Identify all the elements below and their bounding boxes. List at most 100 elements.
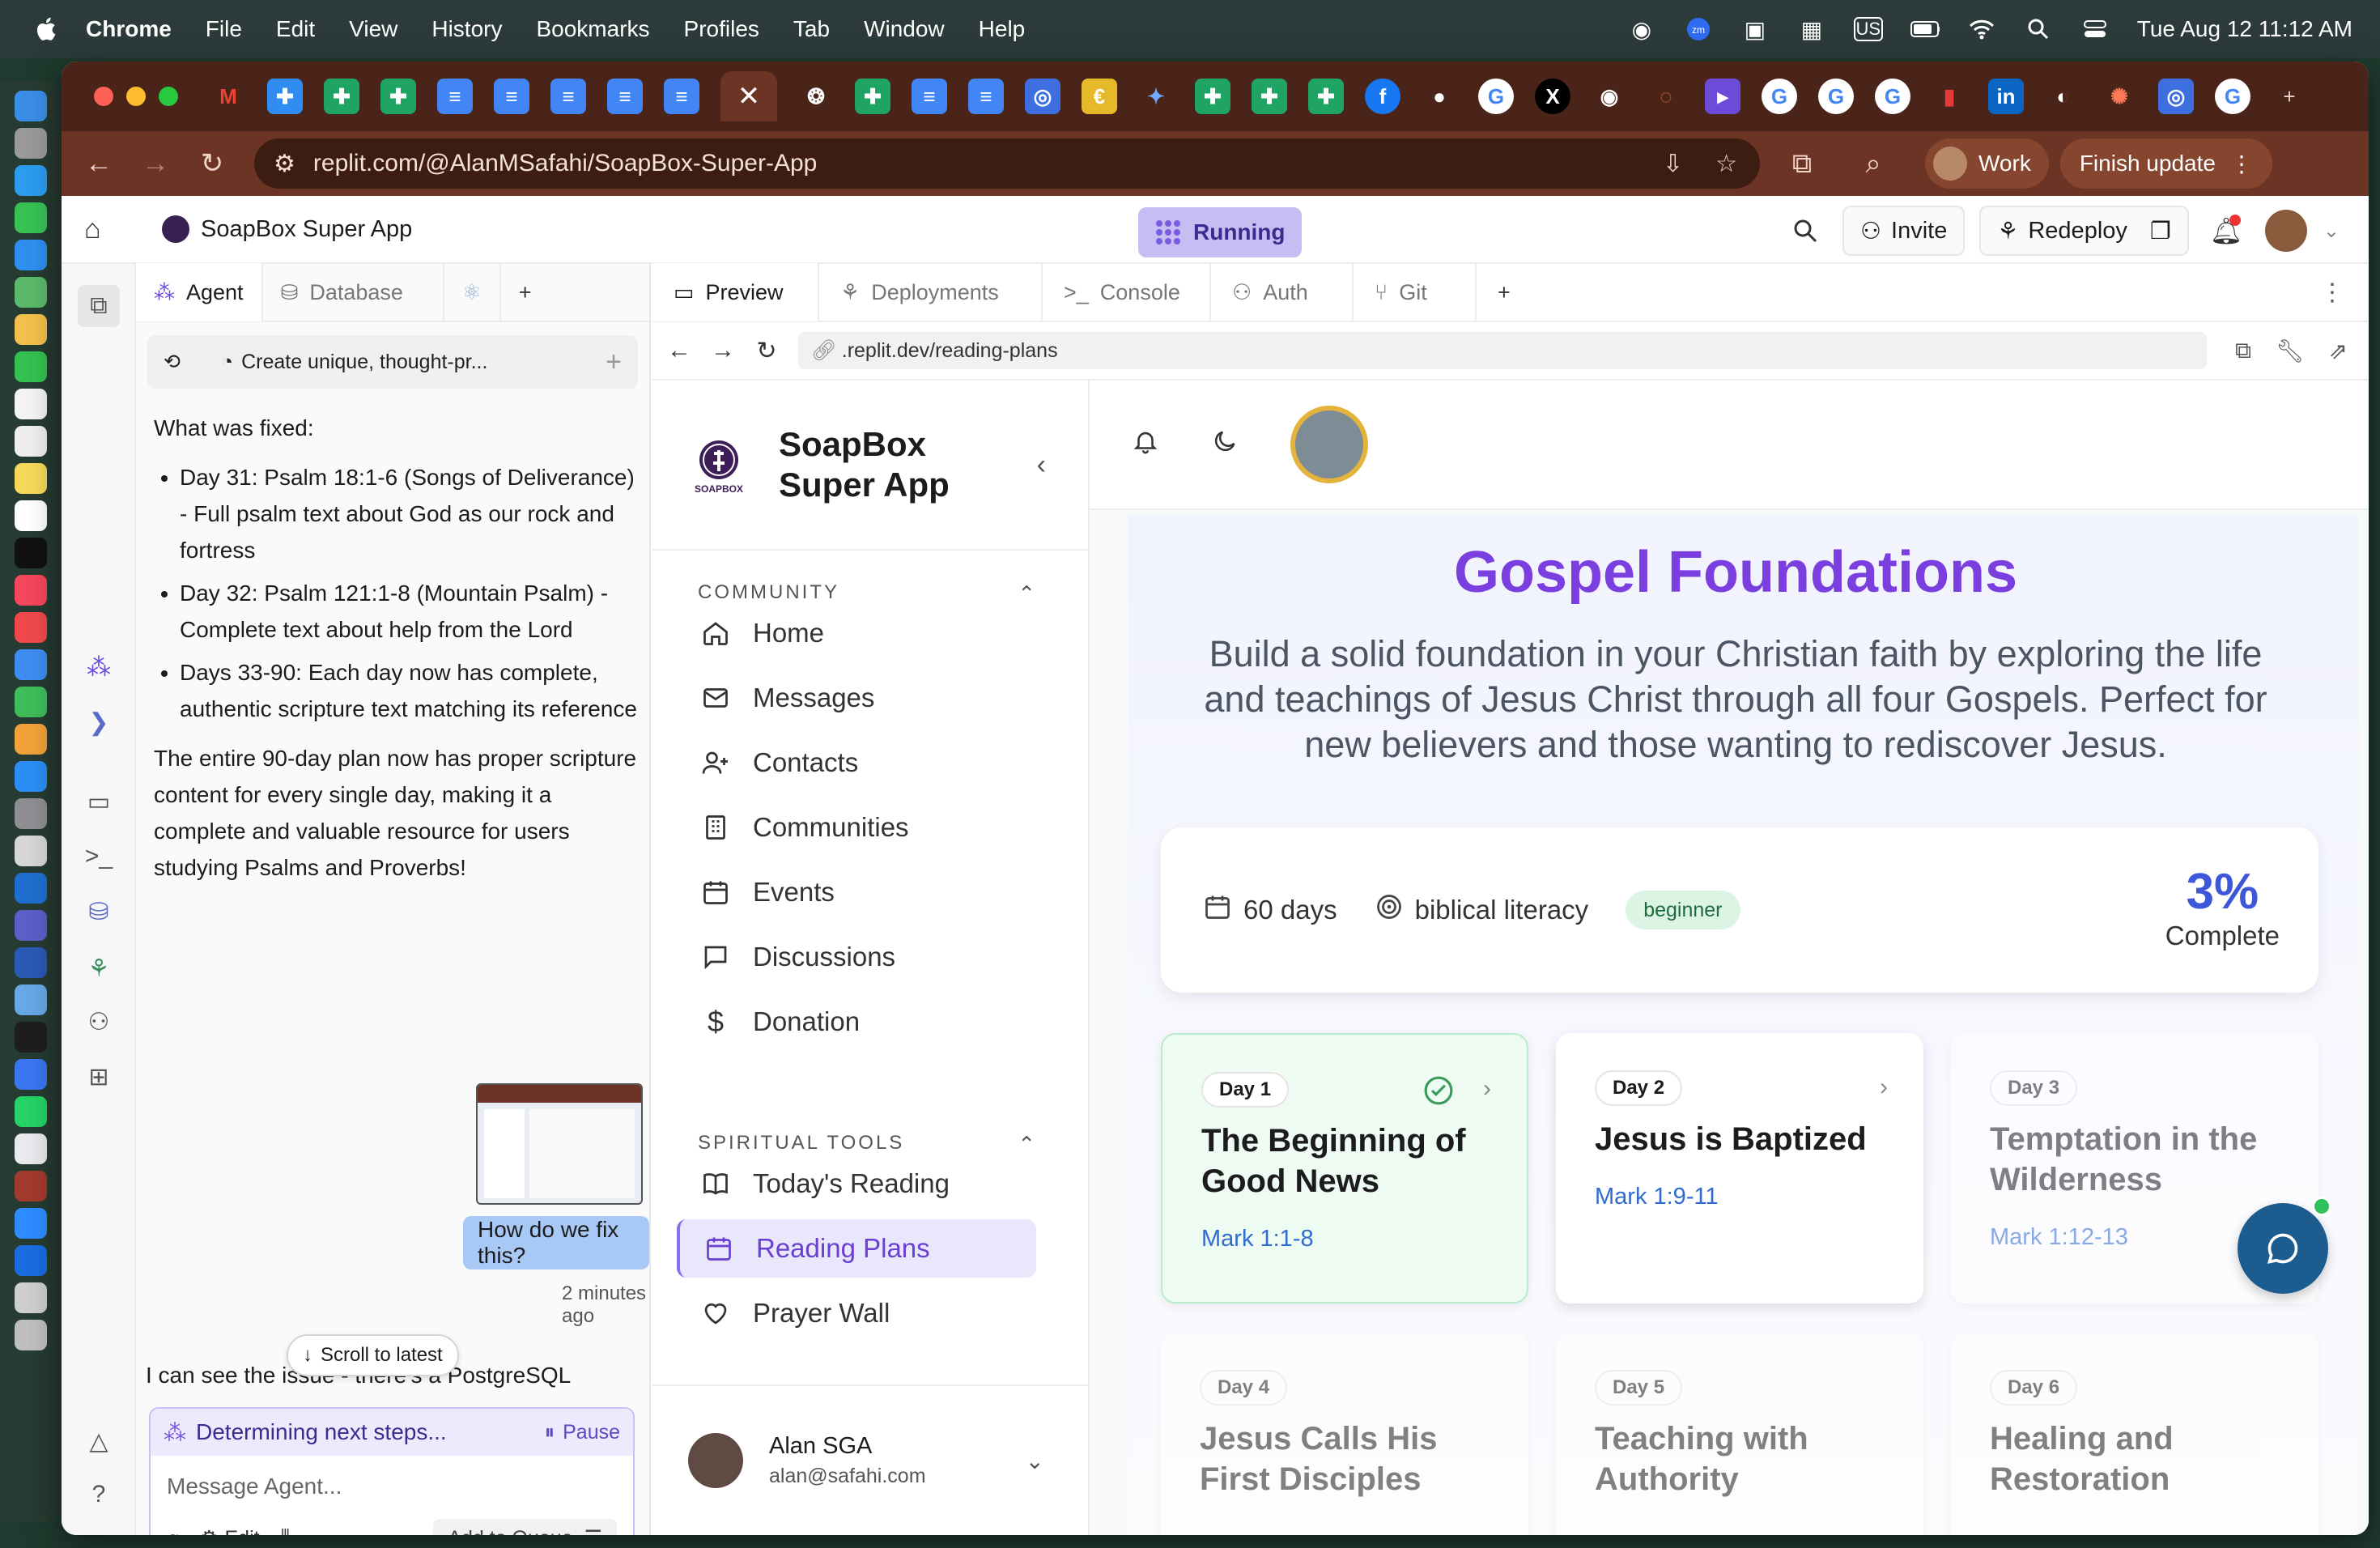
address-bar-url[interactable]: replit.com/@AlanMSafahi/SoapBox-Super-Ap… — [313, 150, 817, 177]
notifications-bell-icon[interactable]: 🔔︎ — [2204, 208, 2249, 253]
sheets-tab-icon-4[interactable]: ✚ — [1195, 79, 1230, 114]
music-app-icon[interactable] — [15, 575, 47, 606]
menu-history[interactable]: History — [431, 16, 502, 42]
teams-icon[interactable]: ▦ — [1797, 17, 1826, 42]
nav-messages[interactable]: Messages — [698, 669, 1054, 727]
tab-icon-2[interactable]: ✚ — [267, 79, 303, 114]
apple-icon[interactable] — [32, 15, 62, 44]
sheets-tab-icon-2[interactable]: ✚ — [380, 79, 416, 114]
preview-app-icon[interactable] — [15, 985, 47, 1015]
settings-app-icon[interactable] — [15, 798, 47, 829]
freeform-app-icon[interactable] — [15, 500, 47, 531]
collapse-sidebar-icon[interactable]: ‹ — [1037, 449, 1046, 481]
day-card-5[interactable]: Day 5 Teaching with Authority — [1556, 1333, 1923, 1535]
maps-app-icon[interactable] — [15, 277, 47, 308]
docs-tab-icon-3[interactable]: ≡ — [550, 79, 586, 114]
scroll-to-latest-button[interactable]: ↓ Scroll to latest — [287, 1334, 459, 1376]
safari-app-icon[interactable] — [15, 165, 47, 196]
history-icon[interactable]: ⟲ — [164, 350, 181, 374]
control-center-icon[interactable] — [2080, 17, 2110, 41]
menu-app-name[interactable]: Chrome — [86, 16, 172, 42]
sheets-tab-icon[interactable]: ✚ — [324, 79, 359, 114]
numbers-app-icon[interactable] — [15, 687, 47, 717]
menu-clock[interactable]: Tue Aug 12 11:12 AM — [2137, 16, 2352, 42]
preview-back-icon[interactable]: ← — [657, 337, 701, 364]
launchpad-app-icon[interactable] — [15, 128, 47, 159]
files-icon[interactable]: ⧉ — [78, 285, 120, 327]
add-tab-button[interactable]: + — [501, 263, 550, 321]
outlook-icon[interactable]: ▣ — [1740, 17, 1770, 42]
reload-icon[interactable]: ↻ — [193, 144, 232, 183]
gmail-tab-icon[interactable]: M — [210, 79, 246, 114]
nav-discussions[interactable]: Discussions — [698, 928, 1054, 986]
nav-reading-plans[interactable]: Reading Plans — [677, 1219, 1036, 1278]
invite-button[interactable]: ⚇ Invite — [1842, 206, 1966, 256]
message-input[interactable]: Message Agent... — [151, 1456, 633, 1519]
dictionary-app-icon[interactable] — [15, 1171, 47, 1201]
nav-donation[interactable]: $ Donation — [698, 993, 1054, 1051]
messages-app-icon[interactable] — [15, 202, 47, 233]
teams-app-icon[interactable] — [15, 910, 47, 941]
search-icon[interactable] — [1783, 208, 1828, 253]
whatsapp-app-icon[interactable] — [15, 1096, 47, 1127]
sheets-tab-icon-3[interactable]: ✚ — [855, 79, 890, 114]
google-tab-icon-3[interactable]: G — [1818, 79, 1854, 114]
nav-communities[interactable]: Communities — [698, 798, 1054, 857]
tab-icon-globe-2[interactable]: ◐ — [2045, 79, 2080, 114]
menu-edit[interactable]: Edit — [276, 16, 315, 42]
menu-bookmarks[interactable]: Bookmarks — [536, 16, 649, 42]
thread-title[interactable]: ◔ Create unique, thought-pr... — [221, 351, 487, 374]
open-external-icon[interactable]: ⇗ — [2329, 338, 2348, 364]
preview-monitor-icon[interactable]: ▭ — [83, 785, 115, 818]
tools-section-header[interactable]: SPIRITUAL TOOLS ⌃ — [698, 1132, 1038, 1157]
wifi-icon[interactable] — [1967, 17, 1996, 41]
menu-help[interactable]: Help — [979, 16, 1026, 42]
notes-app-icon[interactable] — [15, 463, 47, 494]
home-icon[interactable]: ⌂ — [84, 214, 130, 245]
tab-icon-globe[interactable]: ◎ — [1025, 79, 1060, 114]
spotlight-search-icon[interactable] — [2024, 17, 2053, 41]
nav-events[interactable]: Events — [698, 863, 1054, 921]
nav-home[interactable]: Home — [698, 604, 1054, 662]
profile-avatar[interactable] — [1290, 406, 1368, 483]
auth-icon[interactable]: ⚇ — [83, 1006, 115, 1038]
pause-button[interactable]: ⏸︎ Pause — [545, 1421, 620, 1444]
run-status-button[interactable]: Running — [1138, 207, 1302, 257]
profile-button[interactable]: Work — [1925, 138, 2049, 189]
gemini-tab-icon[interactable]: ✦ — [1138, 79, 1174, 114]
chrome-app-icon[interactable] — [15, 1133, 47, 1164]
docs-tab-icon-2[interactable]: ≡ — [494, 79, 529, 114]
menu-profiles[interactable]: Profiles — [684, 16, 759, 42]
hubspot-tab-icon[interactable]: ✺ — [2102, 79, 2137, 114]
tab-agent[interactable]: ⁂ Agent — [136, 263, 263, 321]
day-card-6[interactable]: Day 6 Healing and Restoration — [1951, 1333, 2318, 1535]
finder-app-icon[interactable] — [15, 91, 47, 121]
agent-icon[interactable]: ⁂ — [83, 651, 115, 683]
tab-git[interactable]: ⑂ Git — [1354, 263, 1477, 321]
openai-tab-icon[interactable]: ❂ — [798, 79, 834, 114]
google-tab-icon-4[interactable]: G — [1875, 79, 1910, 114]
sheets-tab-icon-5[interactable]: ✚ — [1252, 79, 1287, 114]
zoom-icon[interactable]: zm — [1684, 17, 1713, 41]
alerts-icon[interactable]: △ — [83, 1425, 115, 1457]
attached-screenshot-thumbnail[interactable] — [476, 1083, 643, 1205]
workflow-icon[interactable]: ❯ — [83, 706, 115, 738]
account-avatar[interactable] — [2263, 208, 2309, 253]
back-arrow-icon[interactable]: ← — [79, 144, 118, 183]
docs-tab-icon-5[interactable]: ≡ — [664, 79, 699, 114]
pages-app-icon[interactable] — [15, 724, 47, 755]
tv-app-icon[interactable] — [15, 538, 47, 568]
nav-todays-reading[interactable]: Today's Reading — [698, 1155, 1054, 1213]
all-tools-icon[interactable]: ⊞ — [83, 1061, 115, 1093]
nav-contacts[interactable]: Contacts — [698, 734, 1054, 792]
day-card-1[interactable]: Day 1 › The Beginning of Good News Mark … — [1161, 1033, 1528, 1303]
x-tab-icon[interactable]: X — [1535, 79, 1570, 114]
terminal-app-icon[interactable] — [15, 1022, 47, 1053]
1password-app-icon[interactable] — [15, 1245, 47, 1276]
outlook-app-icon[interactable] — [15, 873, 47, 904]
news-app-icon[interactable] — [15, 612, 47, 643]
user-profile-menu[interactable]: Alan SGA alan@safahi.com ⌄ — [652, 1384, 1090, 1535]
docs-tab-icon[interactable]: ≡ — [437, 79, 473, 114]
utilities-app-icon[interactable] — [15, 1282, 47, 1313]
menu-file[interactable]: File — [206, 16, 242, 42]
